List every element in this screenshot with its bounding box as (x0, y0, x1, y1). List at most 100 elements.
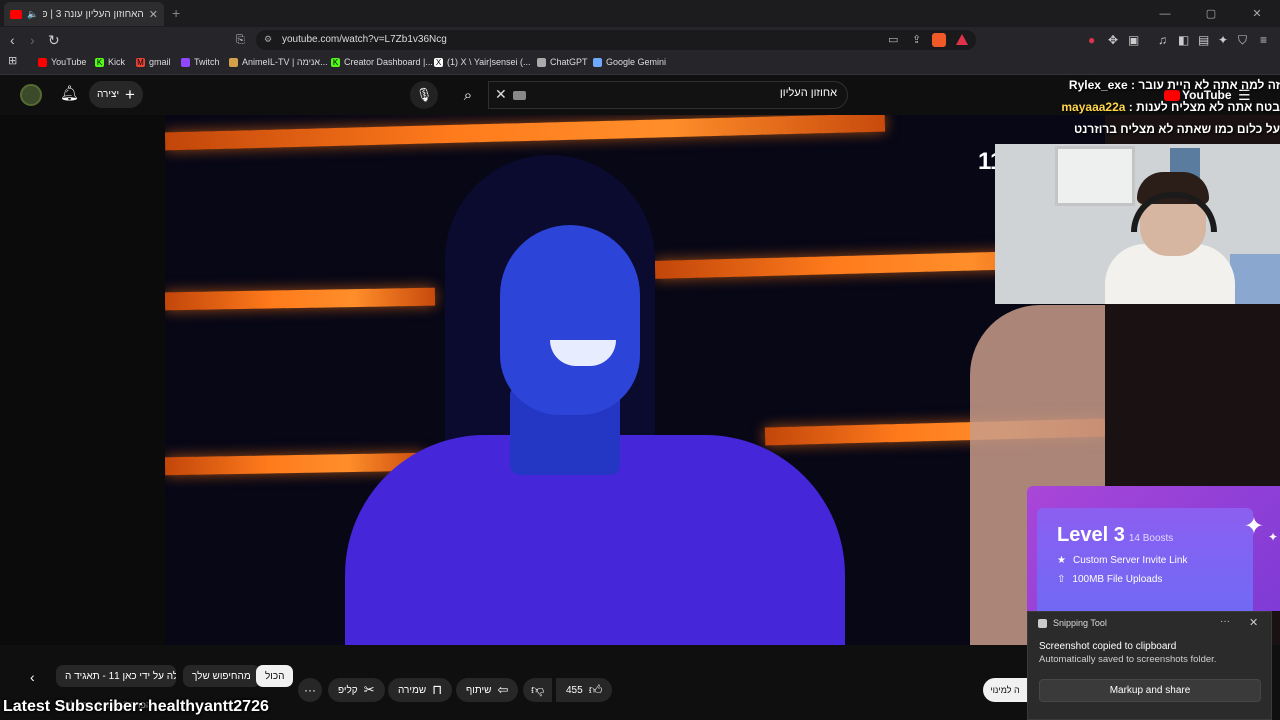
brave-rewards-icon[interactable] (956, 34, 968, 45)
page-background-left (0, 115, 165, 645)
search-button[interactable]: ⌕ (448, 81, 488, 109)
address-bar[interactable]: ⚙ youtube.com/watch?v=L7Zb1v36Ncg ▭ ⇪ (256, 30, 976, 50)
stage-light-stripe (165, 115, 886, 151)
scissors-icon: ✂ (363, 682, 375, 697)
extensions-icon[interactable]: ✥ (1108, 33, 1118, 47)
chevron-left-icon[interactable]: ‹ (30, 669, 35, 685)
create-button[interactable]: יצירה + (89, 81, 143, 108)
minimize-icon[interactable]: — (1142, 0, 1188, 27)
sidebar-icon[interactable]: ◧ (1178, 33, 1189, 47)
save-button[interactable]: שמירה ⊓ (388, 678, 453, 702)
media-icon[interactable]: ♫ (1158, 33, 1167, 47)
thumbs-up-icon: 👍︎ (588, 682, 603, 697)
share-page-icon[interactable]: ⇪ (912, 33, 921, 46)
chat-message-text: זה למה אתה לא היית עובר (1138, 78, 1280, 92)
upload-icon: ⇧ (1057, 574, 1066, 585)
bookmarks-bar: ⊞ YouTube K Kick Mgmail Twitch AnimeIL-TV… (0, 53, 1280, 75)
share-arrow-icon: ⇦ (497, 682, 509, 697)
contestant-face (500, 225, 640, 415)
search-box: ✕ (488, 81, 848, 109)
site-info-icon[interactable]: ⚙ (264, 34, 272, 45)
toast-message: Screenshot copied to clipboard (1039, 641, 1177, 652)
maximize-icon[interactable]: ▢ (1188, 0, 1234, 27)
sparkle-icon: ✦ (1267, 530, 1278, 544)
forward-icon[interactable]: › (30, 32, 35, 48)
voice-search-icon[interactable]: 🎙︎ (410, 81, 438, 109)
bookmark-youtube[interactable]: YouTube (38, 57, 86, 67)
subscribe-button[interactable]: ה למינוי (983, 678, 1027, 702)
bookmark-gmail[interactable]: Mgmail (136, 57, 171, 67)
brave-shields-icon[interactable] (932, 33, 946, 47)
star-icon: ★ (1057, 555, 1066, 566)
webcam-window (1055, 146, 1135, 206)
sparkle-icon: ✦ (1243, 513, 1264, 540)
share-button[interactable]: שיתוף ⇦ (456, 678, 519, 702)
streamer-webcam (995, 144, 1280, 304)
stage-light-stripe (165, 287, 436, 311)
avatar[interactable] (20, 84, 42, 106)
notifications-bell-icon[interactable]: 🔔︎ (60, 84, 79, 102)
bookmark-animeil[interactable]: AnimeIL-TV | אנימה... (229, 57, 328, 67)
chat-message-text: בטח אתה לא מצליח לענות (1136, 100, 1280, 114)
chat-message-text: על כלום כמו שאתה לא מצליח ברוזרנט (1073, 122, 1280, 136)
vpn-shield-icon[interactable]: ⛉ (1238, 33, 1247, 48)
tab-title: האחוזון העליון עונה 3 | פרק 2 (43, 8, 144, 20)
record-extension-icon[interactable]: ● (1088, 33, 1095, 47)
chat-message: זה למה אתה לא היית עובר : Rylex_exe (1068, 78, 1280, 92)
tab-close-icon[interactable]: ✕ (149, 8, 158, 21)
speaker-icon[interactable]: 🔈 (27, 9, 38, 20)
chip-uploaded-by[interactable]: הועלה על ידי כאן 11 - תאגיד ה (56, 665, 176, 687)
close-window-icon[interactable]: ✕ (1234, 0, 1280, 27)
boost-count: 14 Boosts (1128, 533, 1174, 544)
leo-ai-icon[interactable]: ✦ (1218, 33, 1228, 47)
perk-item: ★ Custom Server Invite Link (1057, 555, 1188, 566)
reload-icon[interactable]: ↻ (48, 32, 60, 49)
bookmark-x[interactable]: X (1) X \ Yair|sensei (... (434, 57, 531, 67)
bookmark-chatgpt[interactable]: ChatGPT (537, 57, 588, 67)
bookmark-page-icon[interactable]: ⎘ (236, 34, 245, 47)
latest-subscriber-overlay: Latest Subscriber: healthyantt2726 (3, 698, 269, 715)
like-button[interactable]: 455 👍︎ (556, 678, 613, 702)
video-player[interactable] (165, 115, 1105, 645)
boost-card: Level 3 14 Boosts ★ Custom Server Invite L… (1037, 508, 1253, 611)
close-icon[interactable]: ✕ (1249, 616, 1258, 629)
search-icon: ⌕ (463, 86, 473, 104)
menu-icon[interactable]: ≡ (1260, 33, 1267, 47)
perk-item: ⇧ 100MB File Uploads (1057, 574, 1163, 585)
url-text: youtube.com/watch?v=L7Zb1v36Ncg (282, 34, 447, 45)
bookmark-kick[interactable]: K Kick (95, 57, 125, 67)
browser-tab-strip: 🔈 האחוזון העליון עונה 3 | פרק 2 ✕ + — ▢ … (0, 0, 1280, 27)
back-icon[interactable]: ‹ (10, 32, 15, 48)
clear-search-icon[interactable]: ✕ (495, 86, 507, 103)
snipping-tool-toast[interactable]: Snipping Tool ··· ✕ Screenshot copied to… (1027, 611, 1272, 720)
new-tab-icon[interactable]: + (172, 5, 180, 21)
browser-toolbar: ‹ › ↻ ⎘ ⚙ youtube.com/watch?v=L7Zb1v36Nc… (0, 27, 1280, 53)
window-controls: — ▢ ✕ (1142, 0, 1280, 27)
browser-tab-active[interactable]: 🔈 האחוזון העליון עונה 3 | פרק 2 ✕ (4, 2, 164, 26)
boost-level: Level 3 14 Boosts (1057, 524, 1174, 546)
clip-button[interactable]: קליפ ✂ (328, 678, 385, 702)
chip-from-search[interactable]: מהחיפוש שלך (183, 665, 260, 687)
dislike-button[interactable]: 👎︎ (523, 678, 553, 702)
bookmark-twitch[interactable]: Twitch (181, 57, 220, 67)
search-input[interactable] (577, 87, 837, 99)
stream-chat-overlay: זה למה אתה לא היית עובר : Rylex_exe בטח … (1030, 78, 1280, 144)
bookmark-icon: ⊓ (432, 682, 443, 697)
translate-extension-icon[interactable]: ▣ (1128, 33, 1139, 47)
chat-username: mayaaa22a (1061, 100, 1126, 114)
toast-sub-message: Automatically saved to screenshots folde… (1039, 654, 1217, 665)
bookmark-creator-dashboard[interactable]: K Creator Dashboard |... (331, 57, 433, 67)
bookmark-gemini[interactable]: Google Gemini (593, 57, 666, 67)
more-options-icon[interactable]: ··· (1220, 616, 1230, 627)
plus-icon: + (125, 84, 135, 104)
apps-grid-icon[interactable]: ⊞ (8, 56, 17, 67)
youtube-favicon-icon (10, 9, 22, 19)
more-actions-icon[interactable]: ··· (298, 678, 322, 702)
chip-all[interactable]: הכול (256, 665, 294, 687)
wallet-icon[interactable]: ▤ (1198, 33, 1209, 47)
keyboard-icon[interactable] (513, 91, 526, 100)
create-label: יצירה (97, 89, 120, 100)
markup-and-share-button[interactable]: Markup and share (1039, 679, 1261, 702)
stage-light-stripe (165, 452, 426, 476)
cast-icon[interactable]: ▭ (888, 33, 898, 46)
